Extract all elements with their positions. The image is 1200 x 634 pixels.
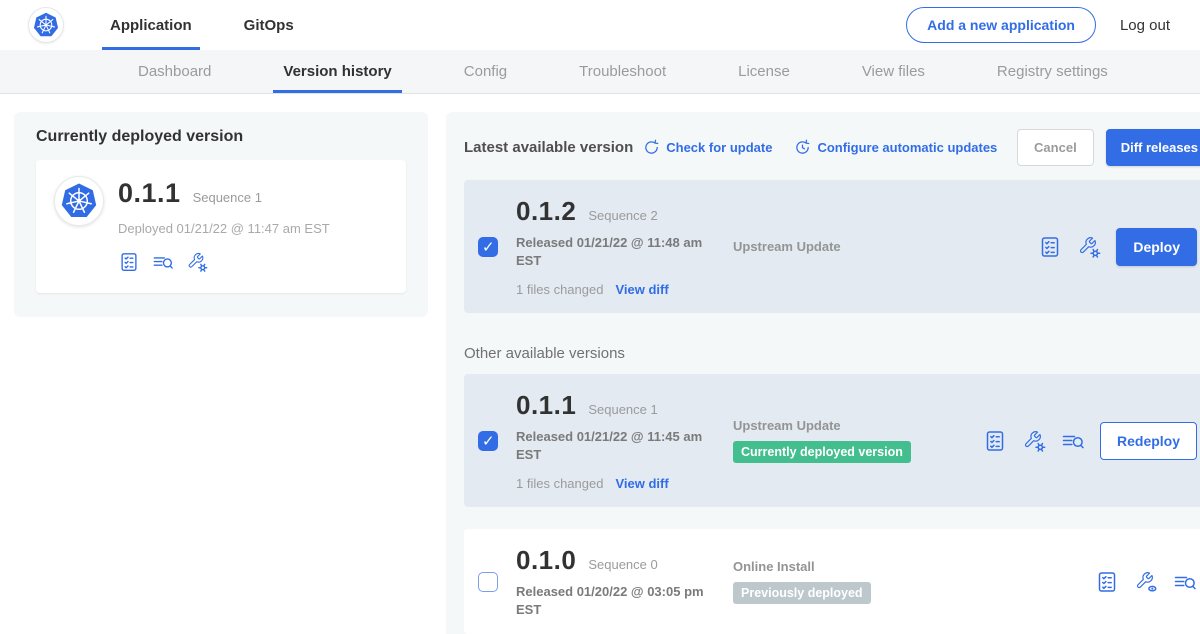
status-badge: Previously deployed [733,582,871,604]
release-notes-icon[interactable] [1095,570,1119,594]
check-for-update-link[interactable]: Check for update [643,139,772,156]
version-number: 0.1.0 [516,545,576,576]
version-row: 0.1.1 Sequence 1 Released 01/21/22 @ 11:… [464,374,1200,507]
deployed-info: 0.1.1 Sequence 1 Deployed 01/21/22 @ 11:… [118,176,330,273]
version-row: 0.1.0 Sequence 0 Released 01/20/22 @ 03:… [464,529,1200,634]
version-select-checkbox[interactable] [478,237,498,257]
view-diff-link[interactable]: View diff [615,282,668,297]
subnav-item-dashboard[interactable]: Dashboard [128,50,221,93]
version-history-panel: Latest available version Check for updat… [446,112,1200,634]
redeploy-button[interactable]: Redeploy [1100,422,1197,460]
subnav-items: Dashboard Version history Config Troublesho… [0,50,1118,93]
kubernetes-logo-icon [59,181,99,221]
logout-link[interactable]: Log out [1120,17,1170,34]
status-badge: Currently deployed version [733,441,911,463]
kubernetes-logo-icon [32,11,60,39]
subnav-item-view-files[interactable]: View files [852,50,935,93]
check-for-update-label: Check for update [666,140,772,155]
version-released-timestamp: Released 01/21/22 @ 11:45 am EST [516,428,721,463]
version-title-line: 0.1.2 Sequence 2 [516,196,721,227]
app-logo [28,7,64,43]
latest-version-list: 0.1.2 Sequence 2 Released 01/21/22 @ 11:… [464,180,1200,313]
files-changed-line: 1 files changed View diff [516,282,721,297]
top-tab-application[interactable]: Application [102,0,200,50]
version-released-timestamp: Released 01/20/22 @ 03:05 pm EST [516,583,721,618]
files-changed-label: 1 files changed [516,282,603,297]
deployed-app-logo [54,176,104,226]
files-changed-line: 1 files changed View diff [516,476,721,491]
deployed-version-card: 0.1.1 Sequence 1 Deployed 01/21/22 @ 11:… [36,160,406,293]
files-changed-label: 1 files changed [516,476,603,491]
configure-automatic-updates-label: Configure automatic updates [817,140,997,155]
preflight-results-icon[interactable] [152,251,174,273]
currently-deployed-panel: Currently deployed version 0.1.1 Sequenc… [14,112,428,317]
version-sequence: Sequence 1 [588,402,657,417]
preflight-results-icon[interactable] [1173,570,1197,594]
version-source-block: Upstream Update Currently deployed versi… [733,418,983,463]
release-notes-icon[interactable] [118,251,140,273]
subnav-item-registry-settings[interactable]: Registry settings [987,50,1118,93]
top-tab-gitops[interactable]: GitOps [236,0,302,50]
release-notes-icon[interactable] [983,429,1007,453]
version-row: 0.1.2 Sequence 2 Released 01/21/22 @ 11:… [464,180,1200,313]
deploy-button[interactable]: Deploy [1116,228,1197,266]
edit-config-icon[interactable] [1077,235,1101,259]
version-source-label: Online Install [733,559,983,574]
deployed-version-number: 0.1.1 [118,178,181,209]
version-action-icons [983,429,1085,453]
latest-available-title: Latest available version [464,139,633,156]
version-select-checkbox[interactable] [478,431,498,451]
subnav-item-version-history[interactable]: Version history [273,50,401,93]
release-notes-icon[interactable] [1038,235,1062,259]
deployed-panel-title: Currently deployed version [36,128,406,146]
deployed-version-line: 0.1.1 Sequence 1 [118,178,330,209]
version-info: 0.1.1 Sequence 1 Released 01/21/22 @ 11:… [516,390,721,491]
preflight-results-icon[interactable] [1061,429,1085,453]
view-config-icon[interactable] [1134,570,1158,594]
top-tabs: Application GitOps [102,0,302,50]
version-released-timestamp: Released 01/21/22 @ 11:48 am EST [516,234,721,269]
version-sequence: Sequence 0 [588,557,657,572]
version-action-icons [1095,570,1197,594]
latest-available-header: Latest available version Check for updat… [464,129,1200,166]
version-source-label: Upstream Update [733,418,983,433]
main-content: Currently deployed version 0.1.1 Sequenc… [0,94,1200,634]
view-diff-link[interactable]: View diff [615,476,668,491]
other-versions-list: 0.1.1 Sequence 1 Released 01/21/22 @ 11:… [464,374,1200,634]
version-sequence: Sequence 2 [588,208,657,223]
version-title-line: 0.1.0 Sequence 0 [516,545,721,576]
version-source-block: Online Install Previously deployed [733,559,983,604]
configure-automatic-updates-link[interactable]: Configure automatic updates [794,139,997,156]
add-application-button[interactable]: Add a new application [906,7,1096,43]
clock-refresh-icon [794,139,811,156]
app-subnav: Dashboard Version history Config Troublesho… [0,50,1200,94]
version-select-checkbox[interactable] [478,572,498,592]
deployed-action-icons [118,251,330,273]
version-info: 0.1.2 Sequence 2 Released 01/21/22 @ 11:… [516,196,721,297]
version-number: 0.1.2 [516,196,576,227]
deployed-sequence: Sequence 1 [193,190,262,205]
diff-releases-button[interactable]: Diff releases [1106,129,1200,166]
edit-config-icon[interactable] [1022,429,1046,453]
subnav-item-license[interactable]: License [728,50,800,93]
deployed-timestamp: Deployed 01/21/22 @ 11:47 am EST [118,221,330,236]
version-source-block: Upstream Update [733,239,983,254]
subnav-item-config[interactable]: Config [454,50,517,93]
refresh-icon [643,139,660,156]
version-number: 0.1.1 [516,390,576,421]
version-action-icons [1038,235,1101,259]
other-versions-title: Other available versions [464,345,1200,362]
version-title-line: 0.1.1 Sequence 1 [516,390,721,421]
subnav-item-troubleshoot[interactable]: Troubleshoot [569,50,676,93]
version-source-label: Upstream Update [733,239,983,254]
top-nav: ApplicationGitOps Add a new application … [0,0,1200,50]
version-info: 0.1.0 Sequence 0 Released 01/20/22 @ 03:… [516,545,721,618]
cancel-button[interactable]: Cancel [1017,129,1094,166]
edit-config-icon[interactable] [186,251,208,273]
